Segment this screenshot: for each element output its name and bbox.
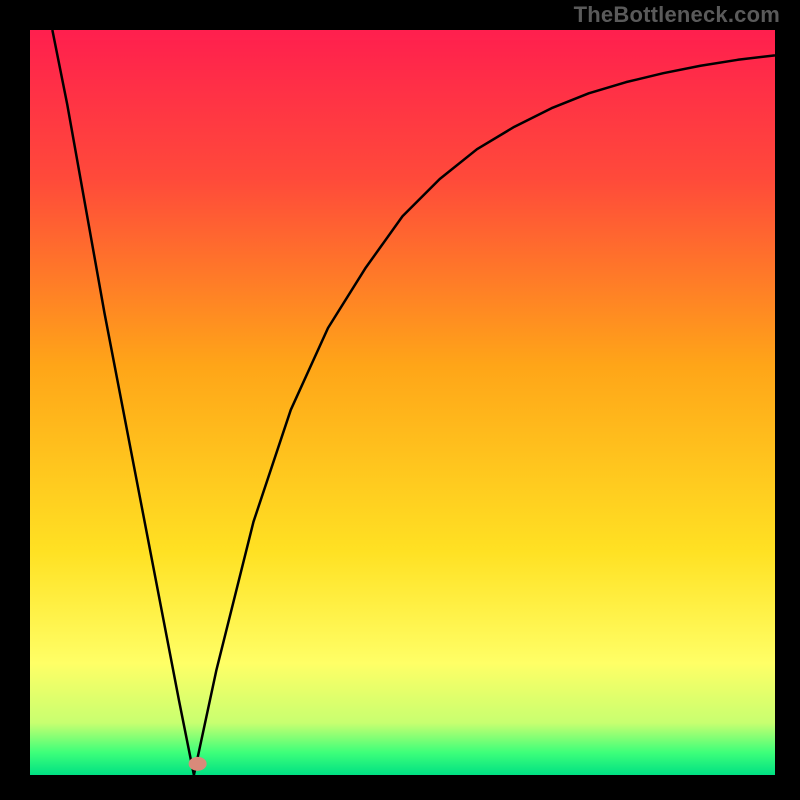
bottleneck-chart xyxy=(0,0,800,800)
plot-background xyxy=(30,30,775,775)
optimal-point-marker xyxy=(189,757,207,771)
chart-frame: TheBottleneck.com xyxy=(0,0,800,800)
